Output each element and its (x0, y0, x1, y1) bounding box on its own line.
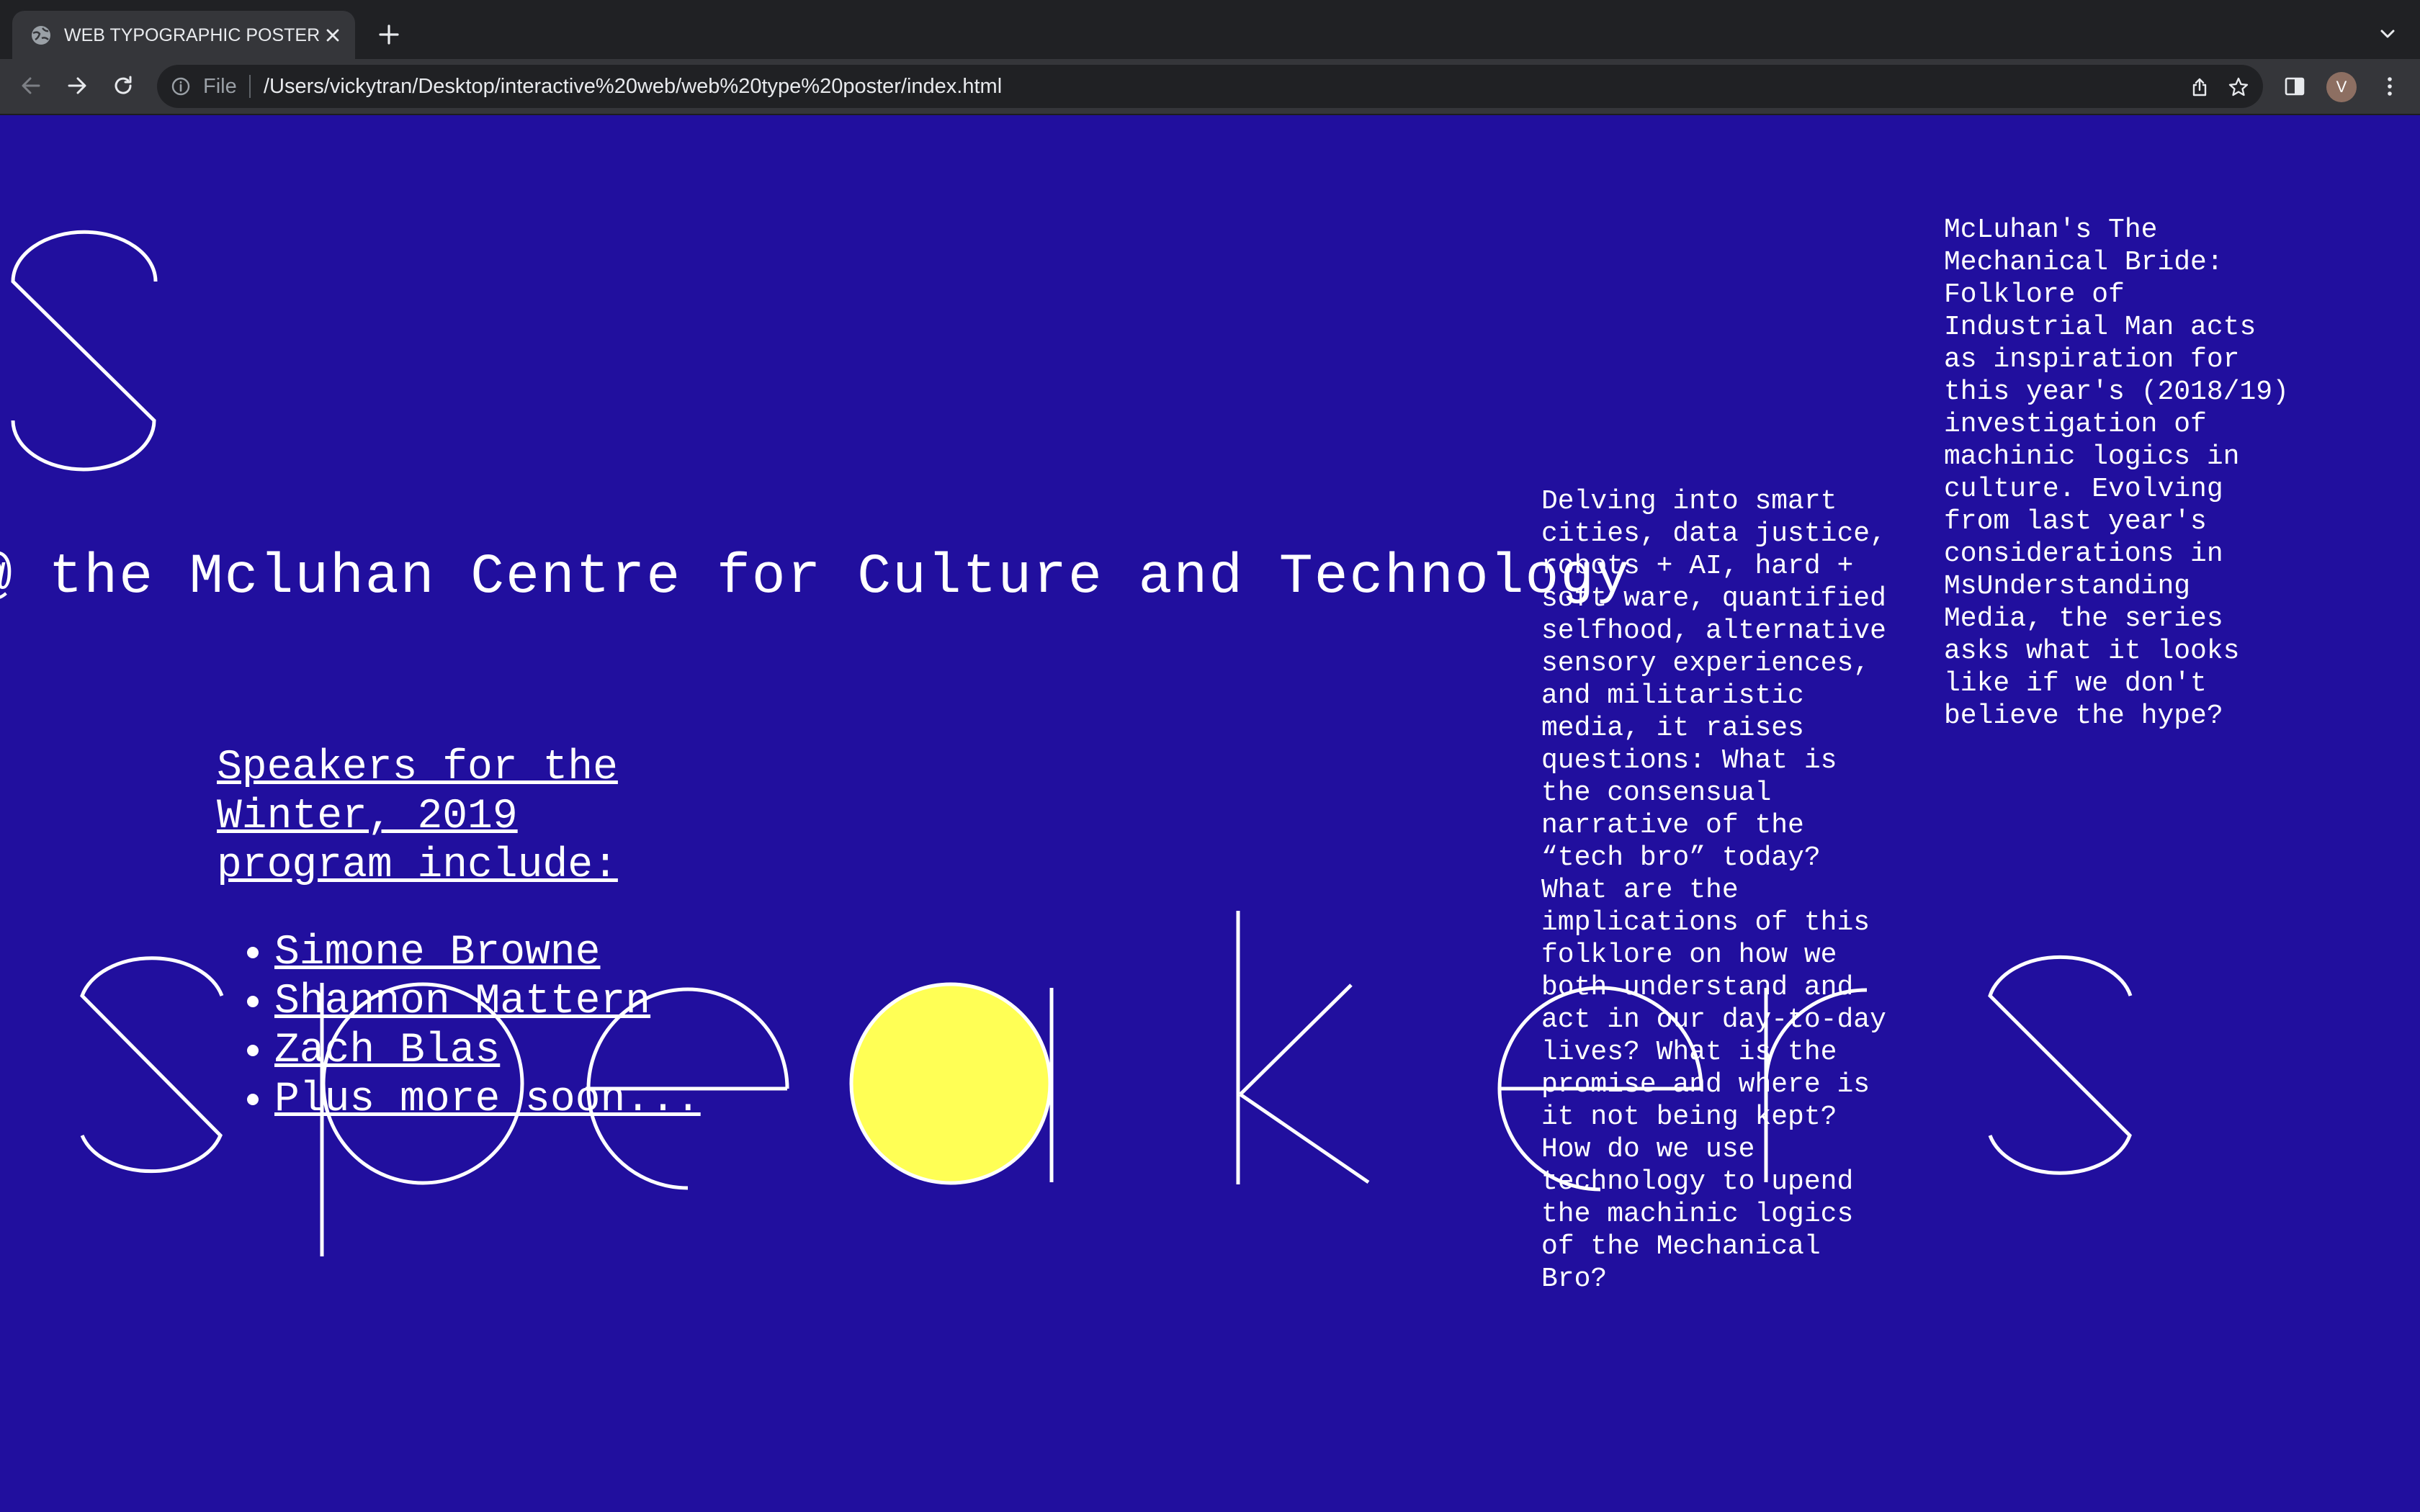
reload-icon[interactable] (109, 72, 137, 99)
speakers-list: Simone Browne Shannon Mattern Zach Blas … (215, 929, 735, 1125)
plus-icon[interactable] (376, 22, 402, 48)
glyph-k (1236, 911, 1370, 1184)
headline-centre: @ the Mcluhan Centre for Culture and Tec… (0, 546, 1631, 609)
page-viewport: @ the Mcluhan Centre for Culture and Tec… (0, 115, 2420, 1512)
speaker-link-more-soon[interactable]: Plus more soon... (274, 1076, 701, 1123)
list-item: Plus more soon... (274, 1076, 735, 1125)
omnibox-divider (249, 75, 251, 98)
browser-toolbar: File /Users/vickytran/Desktop/interactiv… (0, 59, 2420, 115)
back-arrow-icon[interactable] (17, 72, 45, 99)
close-icon[interactable] (322, 24, 344, 46)
address-bar[interactable]: File /Users/vickytran/Desktop/interactiv… (157, 65, 2263, 108)
tab-title: WEB TYPOGRAPHIC POSTER (64, 25, 321, 45)
tab-strip: WEB TYPOGRAPHIC POSTER (0, 0, 2420, 59)
speaker-link-zach-blas[interactable]: Zach Blas (274, 1027, 500, 1074)
forward-arrow-icon[interactable] (63, 72, 91, 99)
top-letter-s (11, 230, 158, 472)
glyph-s-2 (1988, 955, 2133, 1175)
url-text[interactable]: /Users/vickytran/Desktop/interactive%20w… (264, 74, 1002, 99)
avatar[interactable]: V (2326, 72, 2357, 102)
speaker-link-simone-browne[interactable]: Simone Browne (274, 930, 600, 976)
side-panel-icon[interactable] (2282, 73, 2308, 99)
speaker-link-shannon-mattern[interactable]: Shannon Mattern (274, 978, 650, 1025)
info-icon[interactable] (170, 76, 192, 97)
delving-paragraph: Delving into smart cities, data justice,… (1541, 486, 1886, 1295)
chevron-down-icon[interactable] (2377, 23, 2398, 45)
glyph-a (849, 982, 1054, 1185)
share-icon[interactable] (2188, 76, 2211, 99)
active-tab[interactable]: WEB TYPOGRAPHIC POSTER (12, 11, 355, 59)
speakers-heading[interactable]: Speakers for the Winter, 2019 program in… (217, 744, 663, 891)
url-scheme-label: File (203, 75, 237, 98)
list-item: Zach Blas (274, 1027, 735, 1076)
mcluhan-paragraph: McLuhan's The Mechanical Bride: Folklore… (1944, 215, 2289, 732)
glyph-s-1 (80, 956, 224, 1174)
list-item: Shannon Mattern (274, 978, 735, 1027)
list-item: Simone Browne (274, 929, 735, 978)
kebab-menu-icon[interactable] (2377, 73, 2403, 99)
globe-icon (32, 26, 50, 45)
star-icon[interactable] (2227, 76, 2250, 99)
